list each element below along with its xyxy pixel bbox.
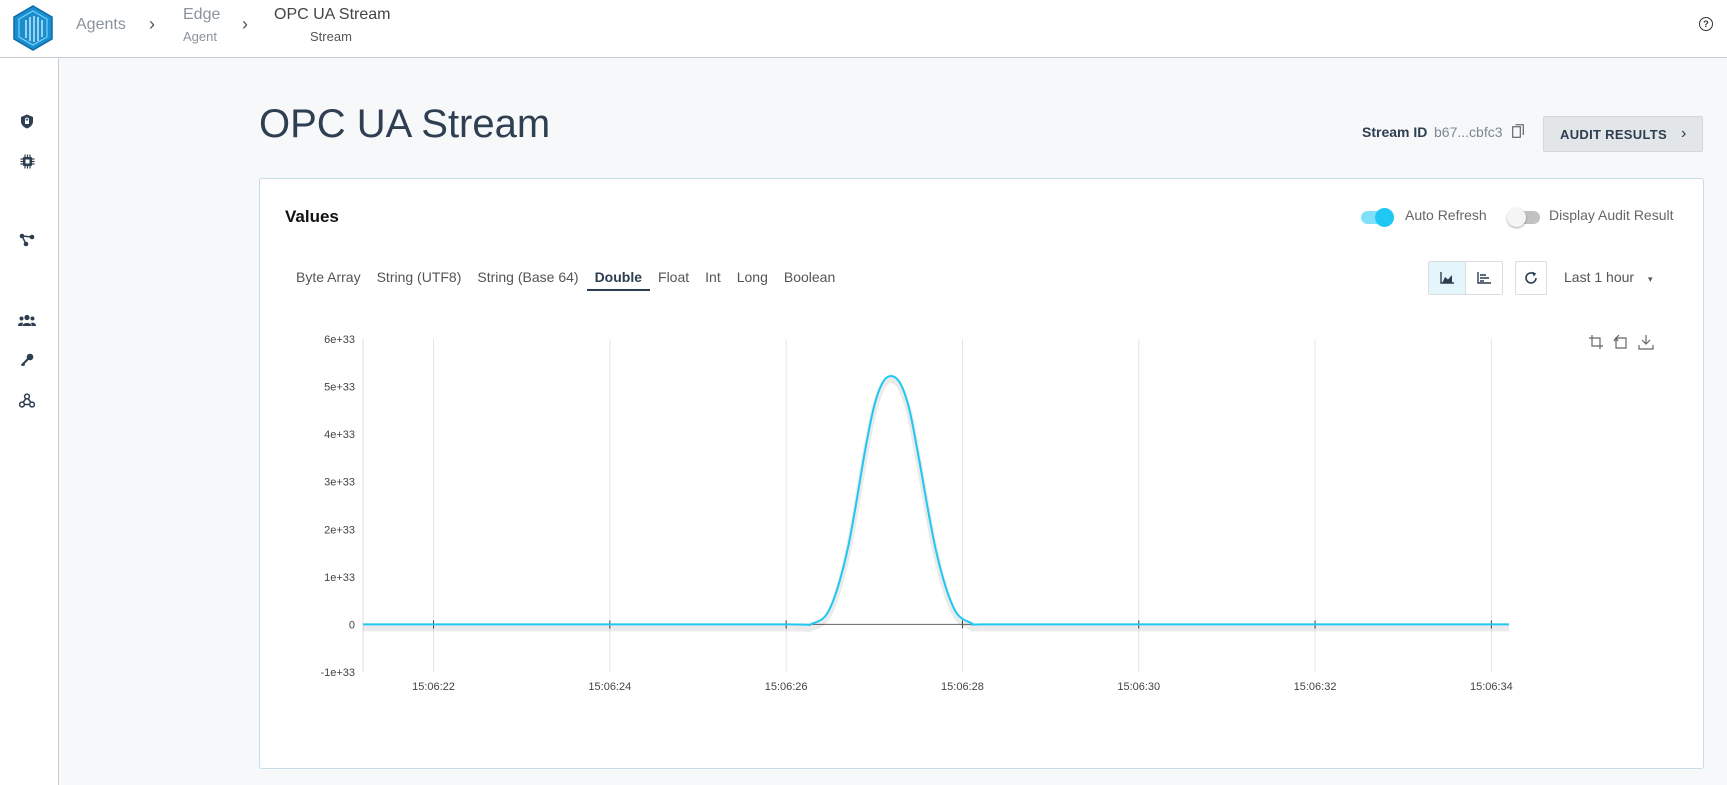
card-title: Values xyxy=(285,207,339,226)
help-icon[interactable]: ? xyxy=(1699,17,1713,31)
y-axis-ticks: 6e+33 5e+33 4e+33 3e+33 2e+33 1e+33 0 -1e+33 xyxy=(320,334,355,679)
time-range-value: Last 1 hour xyxy=(1564,269,1635,285)
refresh-icon xyxy=(1525,271,1537,284)
x-tick-label: 15:06:28 xyxy=(941,681,984,693)
x-axis-ticks: 15:06:22 15:06:24 15:06:26 15:06:28 15:06:30… xyxy=(412,681,1513,693)
chart-grid xyxy=(362,339,1509,672)
chevron-right-icon: › xyxy=(242,14,248,34)
tab-int[interactable]: Int xyxy=(697,268,729,292)
y-tick-label: 1e+33 xyxy=(324,572,355,584)
type-tabs: Byte Array String (UTF8) String (Base 64… xyxy=(288,268,843,298)
x-tick-label: 15:06:32 xyxy=(1294,681,1337,693)
app-logo[interactable] xyxy=(12,4,54,52)
breadcrumb-stream-type: Stream xyxy=(310,29,352,44)
webhook-icon[interactable] xyxy=(17,390,37,410)
y-tick-label: 5e+33 xyxy=(324,382,355,394)
crop-zoom-icon[interactable] xyxy=(1588,334,1604,350)
breadcrumb-edge[interactable]: Edge xyxy=(183,6,220,24)
display-audit-toggle[interactable] xyxy=(1507,208,1540,227)
download-icon[interactable] xyxy=(1638,334,1654,350)
toggle-knob xyxy=(1375,208,1394,227)
stream-id-label: Stream ID xyxy=(1362,124,1428,140)
audit-results-label: AUDIT RESULTS xyxy=(1560,126,1667,142)
x-tick-label: 15:06:30 xyxy=(1117,681,1160,693)
breadcrumb-edge-type: Agent xyxy=(183,29,217,44)
tab-long[interactable]: Long xyxy=(729,268,776,292)
y-tick-label: 6e+33 xyxy=(324,334,355,346)
display-audit-label: Display Audit Result xyxy=(1549,207,1674,223)
series-line xyxy=(363,375,1509,626)
chevron-right-icon: › xyxy=(149,14,155,34)
breadcrumb-stream: OPC UA Stream xyxy=(274,6,391,23)
chart-series xyxy=(363,375,1509,632)
x-tick-label: 15:06:22 xyxy=(412,681,455,693)
copy-icon[interactable] xyxy=(1512,124,1524,138)
chip-icon[interactable] xyxy=(17,151,37,171)
y-tick-label: 0 xyxy=(349,619,355,631)
bar-chart-button[interactable] xyxy=(1465,261,1503,295)
caret-down-icon: ▾ xyxy=(1647,274,1653,284)
zoom-reset-icon[interactable] xyxy=(1613,334,1629,350)
x-tick-label: 15:06:24 xyxy=(588,681,631,693)
toggle-knob xyxy=(1507,208,1526,227)
x-tick-label: 15:06:26 xyxy=(765,681,808,693)
breadcrumb-agents[interactable]: Agents xyxy=(76,16,126,34)
users-icon[interactable] xyxy=(17,310,37,330)
tab-boolean[interactable]: Boolean xyxy=(776,268,843,292)
auto-refresh-toggle[interactable] xyxy=(1361,208,1394,227)
bar-chart-icon xyxy=(1477,272,1491,284)
network-icon[interactable] xyxy=(17,230,37,250)
values-card: Values Auto Refresh Display Audit Result… xyxy=(259,178,1704,769)
page-title: OPC UA Stream xyxy=(259,102,551,146)
tab-float[interactable]: Float xyxy=(650,268,697,292)
tab-string-base64[interactable]: String (Base 64) xyxy=(469,268,586,292)
stream-id-value: b67...cbfc3 xyxy=(1434,124,1503,140)
top-bar: Agents › Edge Agent › OPC UA Stream Stre… xyxy=(0,0,1727,58)
tab-byte-array[interactable]: Byte Array xyxy=(288,268,369,292)
y-tick-label: 3e+33 xyxy=(324,477,355,489)
series-line-shadow xyxy=(363,377,1509,632)
time-range-select[interactable]: Last 1 hour ▾ xyxy=(1564,269,1652,285)
x-tick-label: 15:06:34 xyxy=(1470,681,1513,693)
chevron-right-icon: › xyxy=(1680,125,1687,142)
y-tick-label: 2e+33 xyxy=(324,524,355,536)
key-icon[interactable] xyxy=(17,350,37,370)
tab-double[interactable]: Double xyxy=(586,268,651,292)
y-tick-label: -1e+33 xyxy=(320,667,355,679)
auto-refresh-label: Auto Refresh xyxy=(1405,207,1487,223)
sidebar xyxy=(0,58,59,785)
area-chart-button[interactable] xyxy=(1428,261,1466,295)
shield-lock-icon[interactable] xyxy=(17,111,37,131)
area-chart-icon xyxy=(1440,272,1454,284)
audit-results-button[interactable]: AUDIT RESULTS › xyxy=(1543,116,1703,152)
tab-string-utf8[interactable]: String (UTF8) xyxy=(369,268,470,292)
y-tick-label: 4e+33 xyxy=(324,429,355,441)
refresh-button[interactable] xyxy=(1515,261,1547,295)
